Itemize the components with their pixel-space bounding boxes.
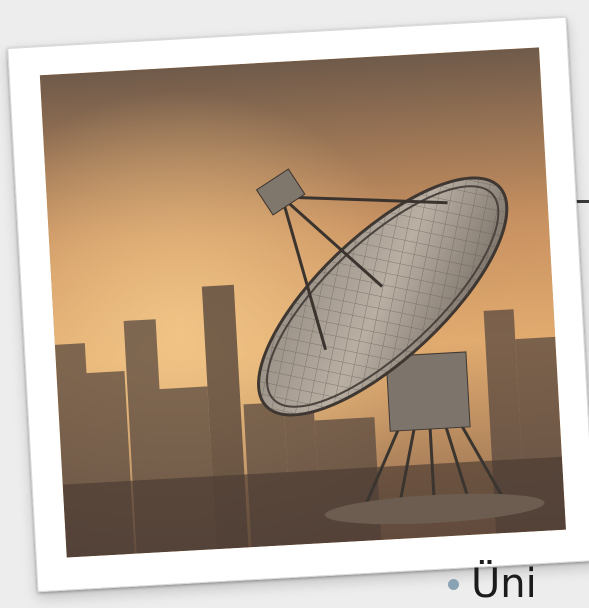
bullet-text: Üni (471, 561, 537, 607)
satellite-dish-illustration (39, 47, 566, 558)
satellite-dish-image[interactable] (39, 47, 566, 558)
photo-frame[interactable] (7, 16, 589, 593)
bullet-icon (448, 578, 459, 590)
presentation-slide: Üni (0, 0, 589, 608)
bullet-point: Üni (448, 562, 537, 606)
